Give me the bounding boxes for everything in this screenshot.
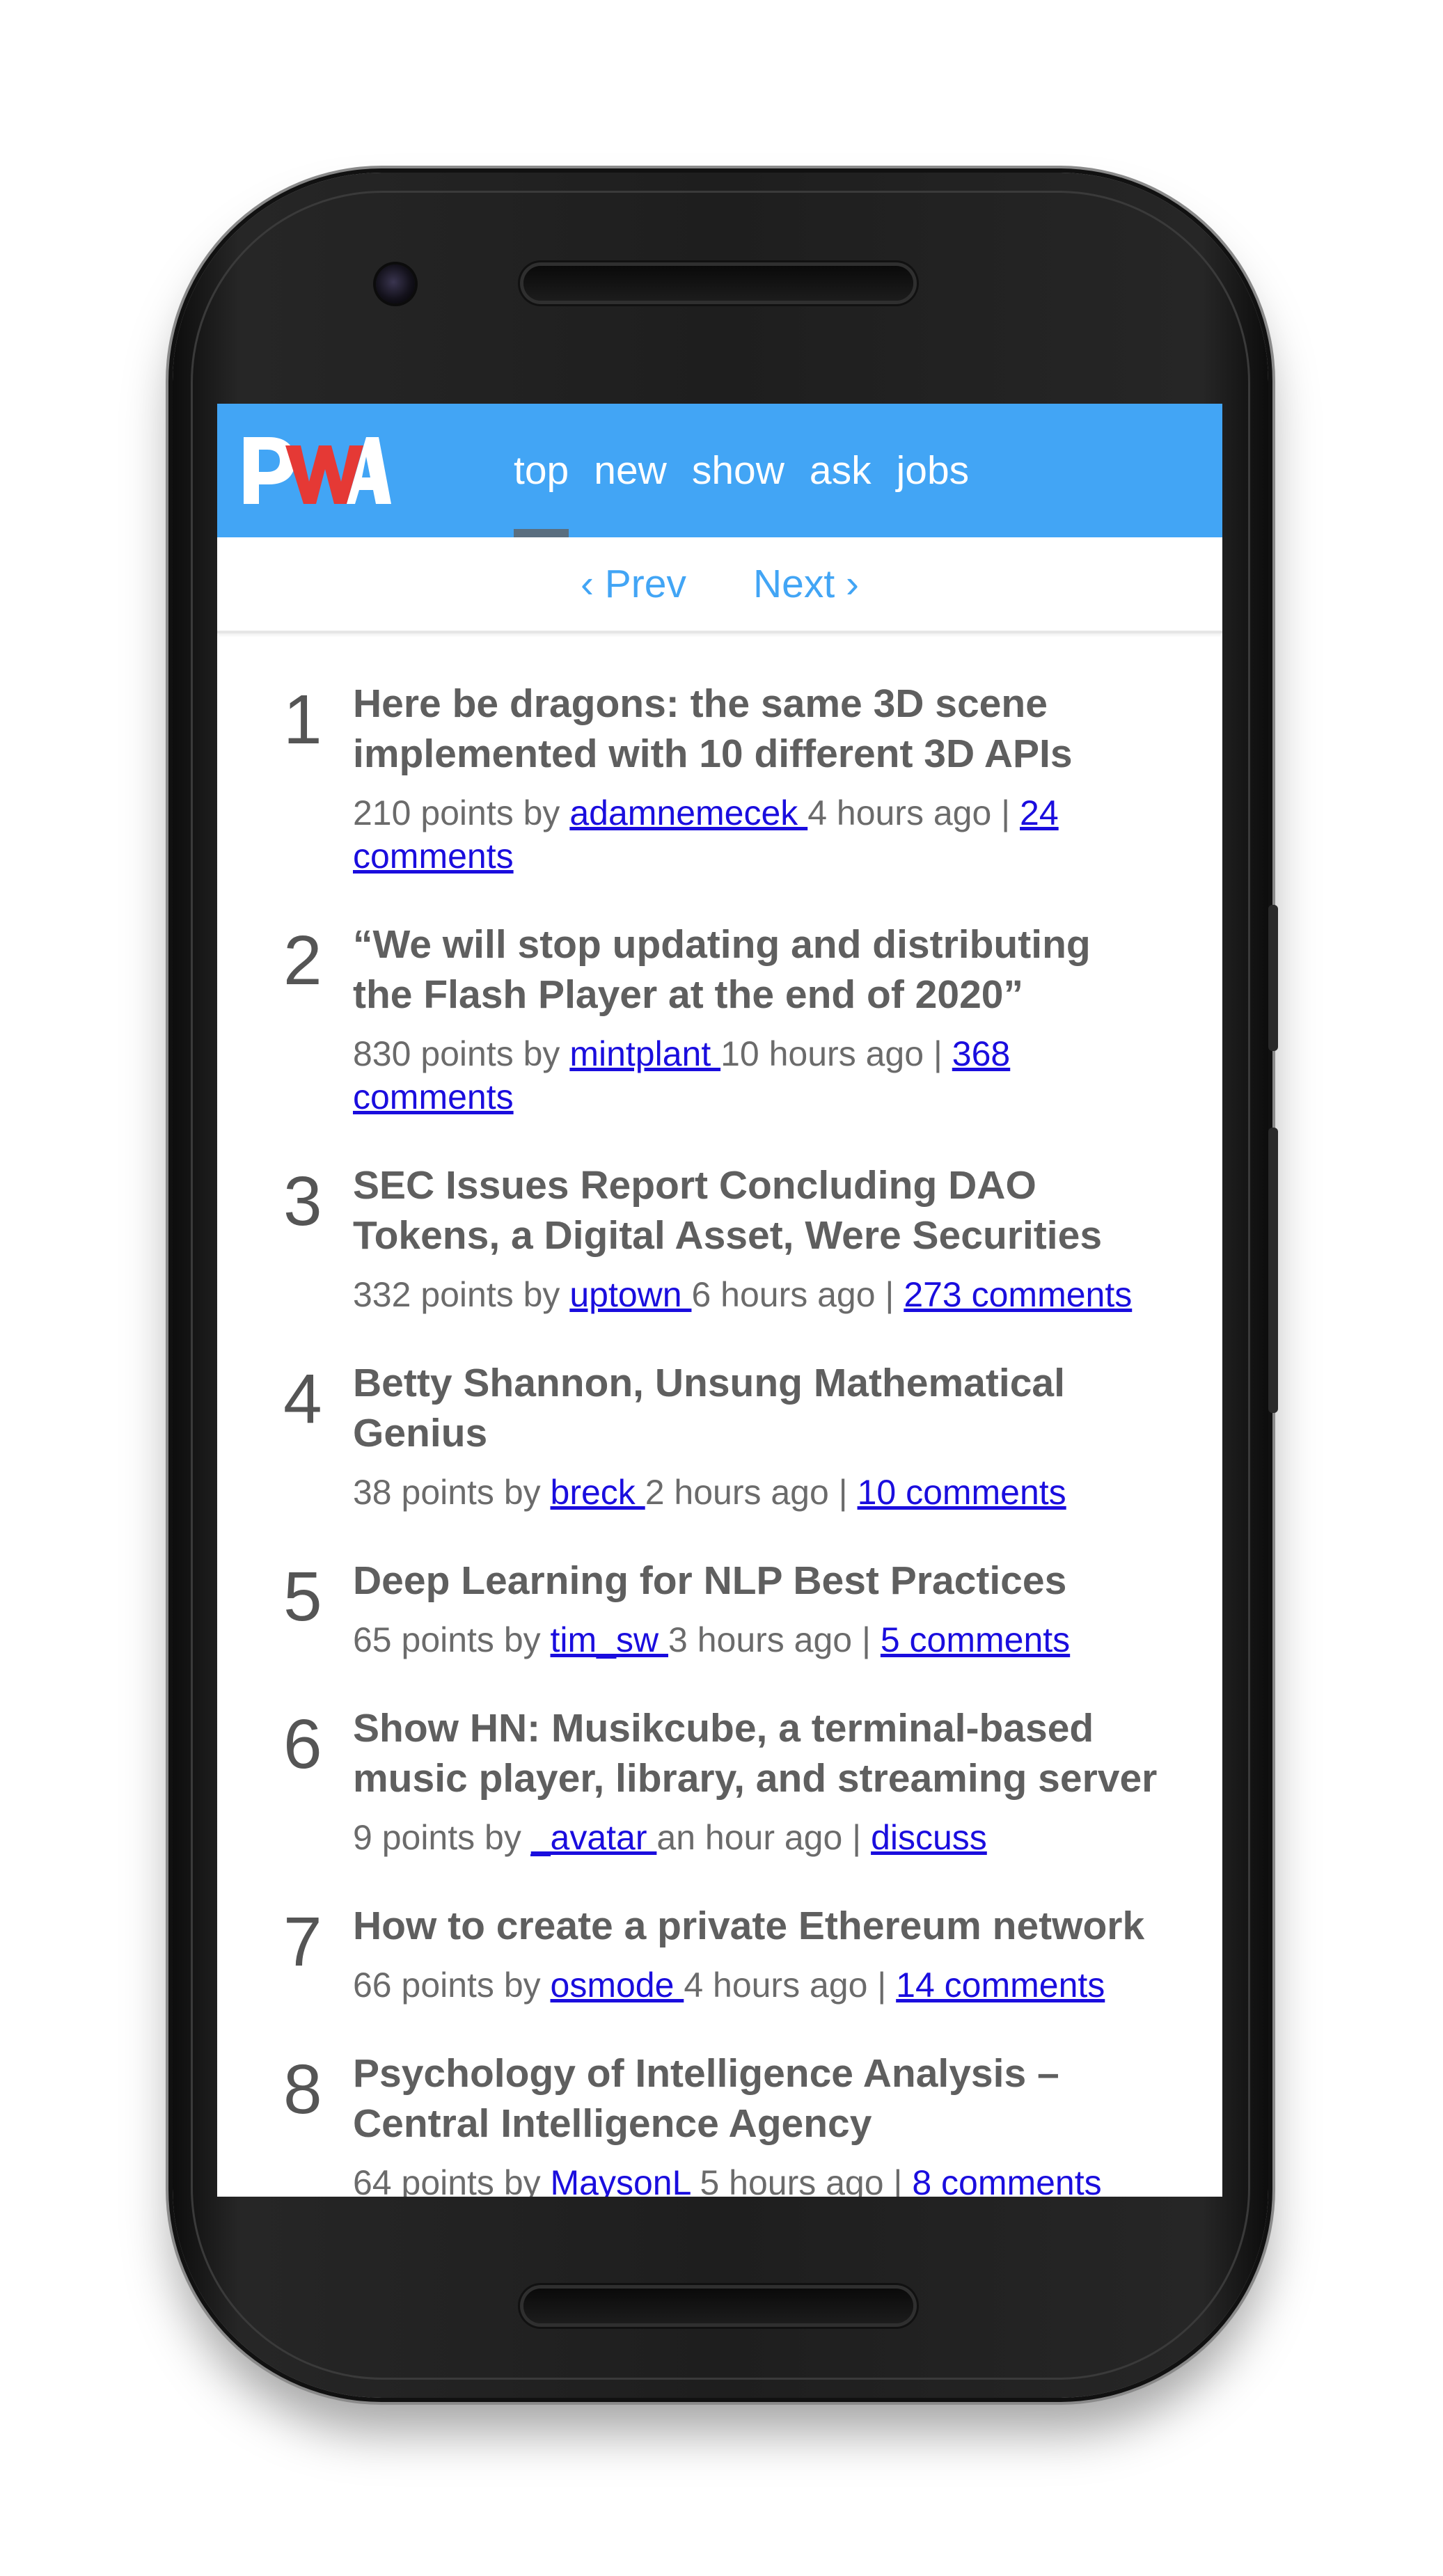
story-item: 3 SEC Issues Report Concluding DAO Tokens… <box>217 1160 1222 1316</box>
phone-screen: top new show ask jobs ‹ Prev Next › 1 Here be… <box>217 404 1222 2197</box>
story-rank: 2 <box>283 922 322 999</box>
nav-tab-ask[interactable]: ask <box>797 404 884 537</box>
earpiece-speaker <box>523 266 913 301</box>
story-item: 5 Deep Learning for NLP Best Practices 65 … <box>217 1556 1222 1661</box>
story-meta: 9 points by _avatar an hour ago | discus… <box>353 1816 1160 1859</box>
story-meta: 210 points by adamnemecek 4 hours ago | … <box>353 791 1160 878</box>
story-item: 4 Betty Shannon, Unsung Mathematical Geni… <box>217 1358 1222 1514</box>
story-rank: 3 <box>283 1162 322 1240</box>
app-header: top new show ask jobs <box>217 404 1222 537</box>
story-comments-link[interactable]: 273 comments <box>904 1275 1132 1314</box>
story-points: 830 points by <box>353 1034 570 1073</box>
top-nav: top new show ask jobs <box>501 404 981 537</box>
story-meta: 65 points by tim_sw 3 hours ago | 5 comm… <box>353 1618 1160 1661</box>
story-points: 65 points by <box>353 1620 551 1659</box>
story-time: 3 hours ago | <box>668 1620 881 1659</box>
story-points: 64 points by <box>353 2163 551 2197</box>
story-item: 8 Psychology of Intelligence Analysis – C… <box>217 2048 1222 2197</box>
story-time: 5 hours ago | <box>700 2163 913 2197</box>
story-title-link[interactable]: Here be dragons: the same 3D scene imple… <box>353 679 1160 779</box>
story-rank: 1 <box>283 681 322 759</box>
story-points: 210 points by <box>353 793 570 832</box>
story-rank: 8 <box>283 2050 322 2128</box>
pwa-logo-icon <box>244 437 391 504</box>
front-camera <box>376 264 415 303</box>
story-user-link[interactable]: tim_sw <box>551 1620 668 1659</box>
story-title-link[interactable]: Deep Learning for NLP Best Practices <box>353 1556 1160 1606</box>
story-user-link[interactable]: adamnemecek <box>569 793 807 832</box>
story-item: 2 “We will stop updating and distributing… <box>217 919 1222 1119</box>
story-comments-link[interactable]: discuss <box>871 1818 987 1857</box>
story-time: 4 hours ago | <box>684 1966 897 2005</box>
story-rank: 6 <box>283 1705 322 1783</box>
pagination: ‹ Prev Next › <box>217 537 1222 633</box>
story-time: an hour ago | <box>656 1818 872 1857</box>
story-points: 9 points by <box>353 1818 531 1857</box>
story-time: 6 hours ago | <box>691 1275 904 1314</box>
story-comments-link[interactable]: 14 comments <box>896 1966 1105 2005</box>
story-title-link[interactable]: Show HN: Musikcube, a terminal-based mus… <box>353 1703 1160 1803</box>
story-title-link[interactable]: Betty Shannon, Unsung Mathematical Geniu… <box>353 1358 1160 1458</box>
story-item: 1 Here be dragons: the same 3D scene impl… <box>217 679 1222 878</box>
story-item: 7 How to create a private Ethereum networ… <box>217 1901 1222 2007</box>
story-comments-link[interactable]: 8 comments <box>912 2163 1101 2197</box>
story-user-link[interactable]: _avatar <box>531 1818 657 1857</box>
nav-tab-top[interactable]: top <box>501 404 581 537</box>
story-item: 6 Show HN: Musikcube, a terminal-based mu… <box>217 1703 1222 1859</box>
bottom-speaker <box>523 2289 913 2323</box>
power-button <box>1268 905 1278 1051</box>
story-title-link[interactable]: “We will stop updating and distributing … <box>353 919 1160 1020</box>
story-points: 38 points by <box>353 1473 551 1512</box>
story-meta: 64 points by MaysonL 5 hours ago | 8 com… <box>353 2161 1160 2197</box>
nav-tab-new[interactable]: new <box>581 404 679 537</box>
prev-page-link[interactable]: ‹ Prev <box>581 561 686 607</box>
story-user-link[interactable]: osmode <box>551 1966 684 2005</box>
story-time: 2 hours ago | <box>645 1473 858 1512</box>
story-points: 332 points by <box>353 1275 570 1314</box>
story-rank: 5 <box>283 1558 322 1636</box>
nav-tab-jobs[interactable]: jobs <box>884 404 982 537</box>
story-user-link[interactable]: uptown <box>569 1275 691 1314</box>
story-title-link[interactable]: SEC Issues Report Concluding DAO Tokens,… <box>353 1160 1160 1261</box>
story-title-link[interactable]: How to create a private Ethereum network <box>353 1901 1160 1951</box>
story-time: 10 hours ago | <box>720 1034 952 1073</box>
volume-button <box>1268 1128 1278 1413</box>
story-comments-link[interactable]: 5 comments <box>881 1620 1070 1659</box>
story-meta: 66 points by osmode 4 hours ago | 14 com… <box>353 1963 1160 2007</box>
story-points: 66 points by <box>353 1966 551 2005</box>
story-meta: 830 points by mintplant 10 hours ago | 3… <box>353 1032 1160 1119</box>
story-title-link[interactable]: Psychology of Intelligence Analysis – Ce… <box>353 2048 1160 2149</box>
pwa-logo[interactable] <box>242 432 391 507</box>
story-user-link[interactable]: MaysonL <box>551 2163 700 2197</box>
story-time: 4 hours ago | <box>807 793 1020 832</box>
story-rank: 4 <box>283 1360 322 1438</box>
story-user-link[interactable]: breck <box>551 1473 645 1512</box>
story-user-link[interactable]: mintplant <box>569 1034 720 1073</box>
nav-tab-show[interactable]: show <box>679 404 797 537</box>
story-list: 1 Here be dragons: the same 3D scene impl… <box>217 679 1222 2197</box>
next-page-link[interactable]: Next › <box>753 561 859 607</box>
story-rank: 7 <box>283 1903 322 1981</box>
story-meta: 38 points by breck 2 hours ago | 10 comm… <box>353 1471 1160 1514</box>
story-meta: 332 points by uptown 6 hours ago | 273 c… <box>353 1273 1160 1316</box>
story-comments-link[interactable]: 10 comments <box>858 1473 1066 1512</box>
